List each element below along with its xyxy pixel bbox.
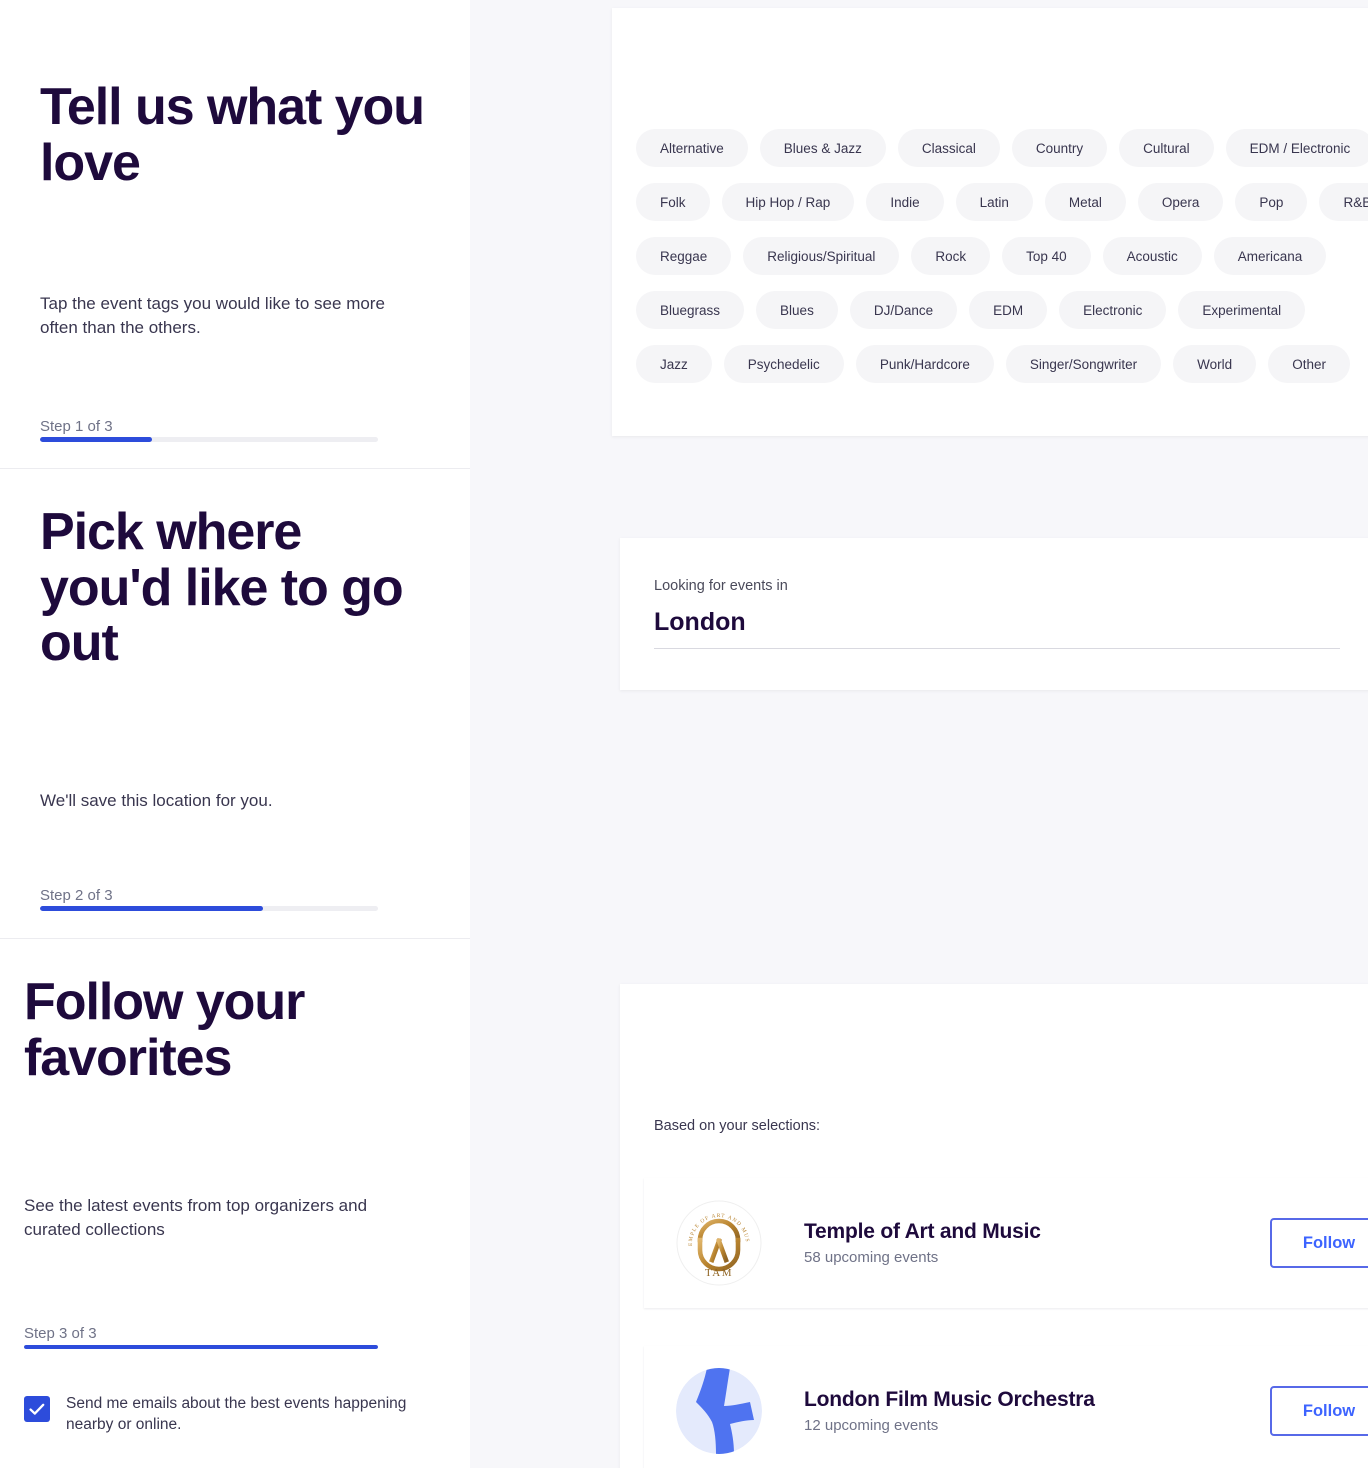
organizer-event-count: 12 upcoming events [804,1417,939,1434]
organizer-meta: London Film Music Orchestra 12 upcoming … [804,1388,1270,1434]
tag-pill[interactable]: Reggae [636,237,732,275]
tag-pill[interactable]: Indie [866,183,944,221]
tag-pill[interactable]: Experimental [1178,291,1306,329]
svg-text:TAM: TAM [705,1267,733,1279]
based-on-selections-label: Based on your selections: [654,1118,821,1134]
tag-row: Folk Hip Hop / Rap Indie Latin Metal Opera Pop… [636,183,1368,221]
tag-pill[interactable]: Classical [897,129,1000,167]
tag-pill[interactable]: Bluegrass [636,291,745,329]
tag-pill[interactable]: Folk [636,183,710,221]
tag-pill[interactable]: Singer/Songwriter [1005,345,1162,383]
step-indicator-3: Step 3 of 3 [24,1325,97,1342]
email-optin-label: Send me emails about the best events hap… [66,1395,407,1433]
organizer-event-count: 58 upcoming events [804,1249,939,1266]
tag-pill[interactable]: EDM / Electronic [1225,129,1368,167]
tag-pill[interactable]: DJ/Dance [849,291,958,329]
panel-divider [0,468,470,469]
progress-bar-step-1 [40,437,378,442]
page-subtitle-step-3: See the latest events from top organizer… [24,1196,368,1240]
email-optin-row[interactable]: Send me emails about the best events hap… [24,1394,424,1436]
tag-pill[interactable]: R&B [1319,183,1368,221]
tag-pill[interactable]: EDM [969,291,1048,329]
step-indicator-2: Step 2 of 3 [40,887,113,904]
tag-pill[interactable]: Cultural [1119,129,1214,167]
tag-pill[interactable]: Other [1268,345,1350,383]
tag-pill[interactable]: Electronic [1059,291,1167,329]
location-input-underline [654,648,1340,649]
tam-gold-emblem-logo: TEMPLE OF ART AND MUSIC TAM [676,1200,762,1286]
tag-pill[interactable]: Blues [756,291,838,329]
page-subtitle-step-2: We'll save this location for you. [40,791,273,810]
tag-pill[interactable]: Top 40 [1002,237,1091,275]
follow-button[interactable]: Follow [1270,1386,1368,1436]
check-icon [29,1403,45,1415]
tag-pill[interactable]: Psychedelic [723,345,844,383]
tag-row: Bluegrass Blues DJ/Dance EDM Electronic Exper… [636,291,1368,329]
organizer-row[interactable]: TEMPLE OF ART AND MUSIC TAM Temple of Ar… [644,1178,1368,1308]
tag-pill[interactable]: Alternative [636,129,748,167]
page-title-step-1: Tell us what you love [40,78,425,192]
tag-row: Jazz Psychedelic Punk/Hardcore Singer/Songw… [636,345,1368,383]
blue-abstract-logo [676,1368,762,1454]
progress-bar-fill [24,1345,378,1349]
tag-pill[interactable]: Religious/Spiritual [743,237,900,275]
progress-bar-step-2 [40,906,378,911]
tag-pill[interactable]: Jazz [636,345,712,383]
tag-pill[interactable]: Rock [911,237,991,275]
tag-pill[interactable]: Opera [1137,183,1224,221]
tag-pill[interactable]: Latin [955,183,1033,221]
page-title-step-3: Follow your favorites [24,973,305,1087]
location-input[interactable]: London [654,608,746,637]
onboarding-page: Music AlternativeBlues & JazzClassicalCo… [0,0,1368,1468]
progress-bar-fill [40,437,152,442]
tag-pill[interactable]: Punk/Hardcore [855,345,994,383]
tag-pill[interactable]: Pop [1235,183,1308,221]
tag-row: Alternative Blues & Jazz Classical Country C… [636,129,1368,167]
music-tag-list: Alternative Blues & Jazz Classical Country C… [636,129,1368,399]
panel-divider [0,938,470,939]
organizer-name: London Film Music Orchestra [804,1388,1095,1411]
page-title-step-2: Pick where you'd like to go out [40,503,404,673]
page-subtitle-step-1: Tap the event tags you would like to see… [40,294,385,338]
tag-pill[interactable]: World [1173,345,1257,383]
tag-pill[interactable]: Metal [1044,183,1126,221]
tag-pill[interactable]: Acoustic [1102,237,1202,275]
tag-pill[interactable]: Hip Hop / Rap [721,183,855,221]
organizer-row[interactable]: London Film Music Orchestra 12 upcoming … [644,1346,1368,1468]
email-optin-checkbox[interactable] [24,1396,50,1422]
progress-bar-step-3 [24,1345,378,1349]
tag-pill[interactable]: Blues & Jazz [759,129,886,167]
follow-button[interactable]: Follow [1270,1218,1368,1268]
left-steps-column: Tell us what you love Tap the event tags… [0,0,470,1468]
location-field-label: Looking for events in [654,578,788,594]
progress-bar-fill [40,906,264,911]
organizer-name: Temple of Art and Music [804,1220,1041,1243]
organizer-meta: Temple of Art and Music 58 upcoming even… [804,1220,1270,1266]
tag-pill[interactable]: Americana [1213,237,1327,275]
step-indicator-1: Step 1 of 3 [40,418,113,435]
tag-row: Reggae Religious/Spiritual Rock Top 40 Acous… [636,237,1368,275]
tag-pill[interactable]: Country [1011,129,1108,167]
